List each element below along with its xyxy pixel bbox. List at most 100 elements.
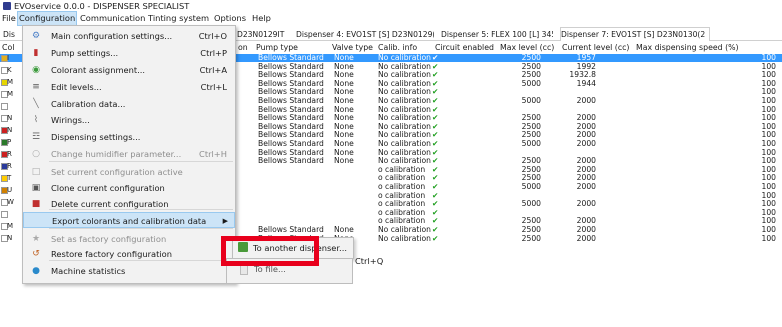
tab-dispenser-4[interactable]: Dispenser 4: EVO1ST [S] D23N0129(1 [296, 29, 434, 40]
max-level-cell: 5000 [521, 96, 541, 105]
pump-icon: ▮ [33, 48, 39, 58]
menu-item-clone-current-configuration[interactable]: ▣ Clone current configuration [23, 180, 235, 196]
calib-info-cell: o calibration [378, 182, 426, 191]
colorant-label: M [7, 222, 14, 230]
title-bar: EVOservice 0.0.0 - DISPENSER SPECIALIST [0, 0, 782, 12]
max-speed-cell: 100 [761, 53, 777, 62]
gear-icon: ⚙ [31, 31, 41, 41]
menu-help[interactable]: Help [251, 12, 272, 25]
valve-type-cell: None [334, 225, 354, 234]
menu-file[interactable]: File [1, 12, 17, 25]
check-icon: ✔ [432, 199, 439, 209]
tab-dispenser[interactable]: Dis [3, 29, 21, 40]
stats-icon: ● [32, 266, 40, 276]
menu-item-shortcut: Ctrl+A [199, 65, 227, 75]
menu-item-machine-statistics[interactable]: ● Machine statistics [23, 263, 235, 279]
menu-item-dispensing-settings[interactable]: ☲ Dispensing settings... [23, 129, 235, 145]
current-level-cell: 2000 [576, 199, 596, 209]
column-header-max-speed[interactable]: Max dispensing speed (%) [636, 41, 739, 54]
max-speed-cell: 100 [761, 233, 777, 243]
submenu-arrow-icon: ▶ [222, 217, 228, 225]
shortcut-ctrl-q: Ctrl+Q [355, 256, 384, 266]
menu-separator [49, 228, 233, 229]
menu-configuration[interactable]: Configuration [17, 11, 78, 26]
restore-icon: ↺ [32, 249, 40, 259]
menu-item-colorant-assignment[interactable]: ◉ Colorant assignment... Ctrl+A [23, 62, 235, 78]
max-speed-cell: 100 [761, 139, 777, 148]
column-header-on[interactable]: on [238, 41, 248, 54]
calib-info-cell: No calibration [378, 113, 431, 123]
menu-item-label: Pump settings... [51, 48, 119, 58]
colorant-label: P [7, 138, 12, 146]
check-icon: ✔ [432, 113, 439, 123]
menu-item-label: Machine statistics [51, 266, 126, 276]
menu-separator [49, 260, 233, 261]
current-level-cell: 2000 [576, 156, 596, 166]
calib-info-cell: o calibration [378, 199, 426, 209]
max-level-cell: 5000 [521, 139, 541, 148]
max-level-cell: 2500 [521, 156, 541, 166]
menu-item-calibration-data[interactable]: ╲ Calibration data... [23, 96, 235, 112]
pump-type-cell: Bellows Standard [258, 139, 324, 148]
valve-type-cell: None [334, 53, 354, 62]
colorant-label: U [7, 186, 13, 194]
app-icon [3, 2, 11, 10]
check-icon: ✔ [432, 70, 439, 80]
colorant-swatch [1, 103, 8, 110]
tab-dispenser-7[interactable]: Dispenser 7: EVO1ST [S] D23N0130(2 [560, 27, 710, 41]
colorant-label: I [7, 54, 10, 62]
menu-item-export-colorants-and-calibration-data[interactable]: Export colorants and calibration data ▶ [23, 212, 235, 228]
pump-type-cell: Bellows Standard [258, 96, 324, 105]
current-level-cell: 2000 [576, 113, 596, 123]
colorant-label: R [7, 150, 12, 158]
column-header-circuit-enabled[interactable]: Circuit enabled [435, 41, 494, 54]
max-speed-cell: 100 [761, 225, 777, 234]
dispense-icon: ☲ [31, 132, 41, 142]
pump-type-cell: Bellows Standard [258, 156, 324, 166]
configuration-menu: ⚙ Main configuration settings... Ctrl+O ▮ Pu… [22, 25, 236, 284]
star-icon: ★ [31, 234, 41, 244]
menu-item-pump-settings[interactable]: ▮ Pump settings... Ctrl+P [23, 45, 235, 61]
current-level-cell: 2000 [576, 225, 596, 234]
tab-dispenser-5[interactable]: Dispenser 5: FLEX 100 [L] 34523 [441, 29, 553, 40]
pump-type-cell: Bellows Standard [258, 53, 324, 62]
max-level-cell: 5000 [521, 199, 541, 209]
menu-item-set-as-factory-configuration[interactable]: ★ Set as factory configuration [23, 231, 235, 247]
check-icon: ✔ [432, 233, 439, 243]
menu-communication[interactable]: Communication [79, 12, 146, 25]
menu-item-label: Clone current configuration [51, 183, 165, 193]
menu-item-shortcut: Ctrl+O [198, 31, 227, 41]
current-level-cell: 1944 [576, 78, 596, 88]
menu-tinting-system[interactable]: Tinting system [147, 12, 210, 25]
tab-dispenser-3[interactable]: D23N0129IT [237, 29, 292, 40]
current-level-cell: 1932.8 [569, 70, 596, 80]
current-level-cell: 1957 [576, 53, 596, 62]
menu-item-set-current-configuration-active[interactable]: □ Set current configuration active [23, 164, 235, 180]
menu-item-change-humidifier-parameter[interactable]: ○ Change humidifier parameter... Ctrl+H [23, 146, 235, 162]
max-speed-cell: 100 [761, 199, 777, 209]
max-speed-cell: 100 [761, 113, 777, 123]
palette-icon: ◉ [32, 65, 40, 75]
colorant-label: N [7, 126, 13, 134]
calib-info-cell: No calibration [378, 96, 431, 105]
highlight-annotation-box [221, 236, 319, 266]
calib-info-cell: No calibration [378, 225, 431, 234]
menu-item-label: Edit levels... [51, 82, 102, 92]
menu-item-wirings[interactable]: ⌇ Wirings... [23, 112, 235, 128]
menu-item-edit-levels[interactable]: ≡ Edit levels... Ctrl+L [23, 79, 235, 95]
menu-options[interactable]: Options [213, 12, 247, 25]
colorant-swatch-column: IKMMNNPRRTUWMN [0, 41, 14, 271]
wiring-icon: ⌇ [33, 115, 39, 125]
current-level-cell: 2000 [576, 139, 596, 148]
check-icon: ✔ [432, 139, 439, 148]
delete-icon: ■ [31, 199, 41, 209]
menu-item-shortcut: Ctrl+H [199, 149, 227, 159]
menu-item-label: Calibration data... [51, 99, 126, 109]
clone-icon: ▣ [31, 183, 41, 193]
menu-separator [49, 161, 233, 162]
colorant-label: N [7, 114, 13, 122]
menu-item-label: Change humidifier parameter... [51, 149, 182, 159]
max-level-cell: 2500 [521, 233, 541, 243]
menu-item-main-configuration-settings[interactable]: ⚙ Main configuration settings... Ctrl+O [23, 28, 235, 44]
valve-type-cell: None [334, 156, 354, 166]
